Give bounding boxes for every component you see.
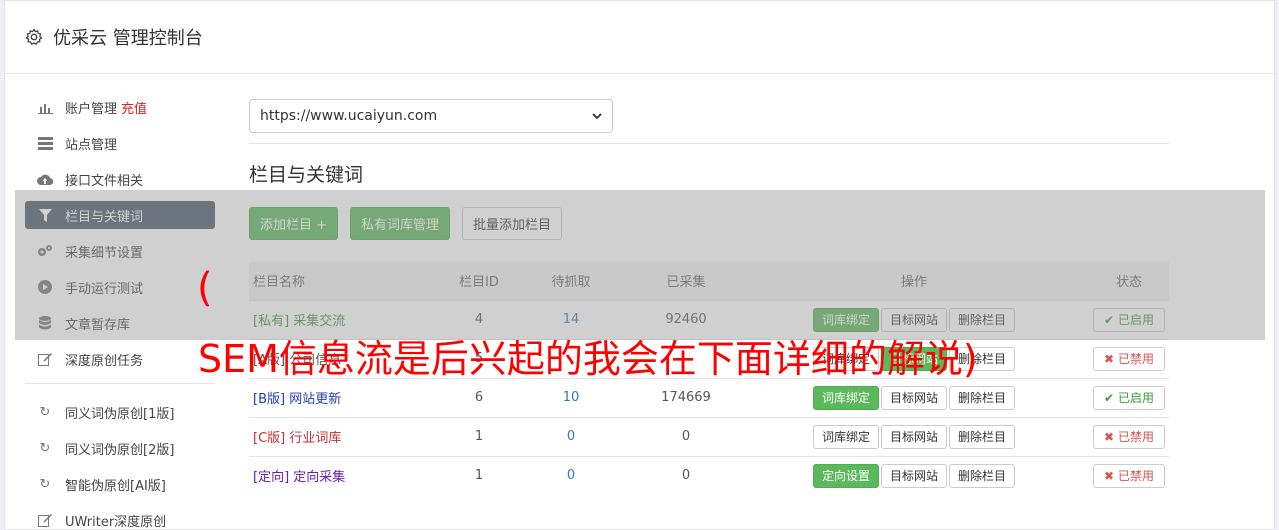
status-enabled-button[interactable]: ✔ 已启用 [1093, 385, 1165, 410]
bind-library-button[interactable]: 词库绑定 [812, 385, 879, 410]
section-title: 栏目与关键词 [249, 164, 364, 186]
sidebar-item-synonym-v1[interactable]: ↻ 同义词伪原创[1版] [25, 398, 215, 426]
bar-chart-icon [37, 99, 53, 115]
refresh-icon: ↻ [39, 476, 51, 492]
pending-cell[interactable]: 0 [509, 416, 633, 456]
page-header: 优采云 管理控制台 [5, 1, 1274, 74]
close-icon: ✖ [1104, 468, 1115, 483]
column-id-cell: 1 [449, 416, 509, 456]
sidebar-item-label: UWriter深度原创 [65, 514, 167, 530]
column-name-cell[interactable]: [B版] 网站更新 [249, 377, 449, 417]
actions-cell: 定向设置 目标网站 删除栏目 [739, 455, 1089, 495]
recharge-link[interactable]: 充值 [121, 98, 147, 117]
sidebar-item-interface-files[interactable]: 接口文件相关 [25, 165, 215, 193]
status-cell: ✖ 已禁用 [1089, 455, 1169, 495]
status-cell: ✖ 已禁用 [1089, 338, 1169, 378]
delete-column-button[interactable]: 删除栏目 [949, 424, 1016, 449]
close-icon: ✖ [1104, 351, 1115, 366]
actions-cell: 词库绑定 目标网站 删除栏目 [739, 377, 1089, 417]
actions-cell: 词库绑定 目标网站 删除栏目 [739, 416, 1089, 456]
bind-library-button[interactable]: 词库绑定 [812, 424, 879, 449]
column-id-cell: 1 [449, 455, 509, 495]
table-row: [C版] 行业词库 1 0 0 词库绑定 目标网站 删除栏目 ✖ 已禁用 [249, 416, 1169, 456]
pending-cell[interactable]: 0 [509, 455, 633, 495]
sidebar-item-label: 深度原创任务 [65, 353, 144, 369]
server-icon [37, 135, 53, 151]
site-select-value: https://www.ucaiyun.com [260, 108, 438, 124]
target-site-button[interactable]: 目标网站 [880, 424, 947, 449]
status-disabled-button[interactable]: ✖ 已禁用 [1093, 463, 1165, 488]
sidebar-item-uwriter[interactable]: UWriter深度原创 [25, 506, 215, 530]
status-disabled-button[interactable]: ✖ 已禁用 [1093, 424, 1165, 449]
overlay-paren: ( [197, 265, 213, 311]
column-name-cell[interactable]: [C版] 行业词库 [249, 416, 449, 456]
cloud-upload-icon [37, 171, 53, 187]
status-cell: ✖ 已禁用 [1089, 416, 1169, 456]
chevron-down-icon [592, 112, 602, 119]
collected-cell: 174669 [633, 377, 739, 417]
delete-column-button[interactable]: 删除栏目 [949, 385, 1016, 410]
sidebar-item-label: 站点管理 [65, 137, 118, 153]
sidebar-item-label: 同义词伪原创[2版] [65, 442, 175, 458]
sidebar-divider [25, 383, 215, 384]
status-cell: ✔ 已启用 [1089, 377, 1169, 417]
refresh-icon: ↻ [39, 404, 51, 420]
sidebar-item-sites[interactable]: 站点管理 [25, 129, 215, 157]
directed-settings-button[interactable]: 定向设置 [812, 463, 879, 488]
refresh-icon: ↻ [39, 440, 51, 456]
status-disabled-button[interactable]: ✖ 已禁用 [1093, 346, 1165, 371]
divider [249, 143, 1169, 144]
gear-icon [25, 28, 43, 45]
edit-icon [37, 512, 53, 528]
sidebar-item-deep-original[interactable]: 深度原创任务 [25, 345, 215, 373]
site-select[interactable]: https://www.ucaiyun.com [249, 99, 613, 133]
sidebar-item-label: 账户管理 [65, 101, 118, 117]
table-row: [B版] 网站更新 6 10 174669 词库绑定 目标网站 删除栏目 ✔ 已启用 [249, 377, 1169, 417]
sidebar-item-label: 接口文件相关 [65, 173, 144, 189]
collected-cell: 0 [633, 455, 739, 495]
table-row: [定向] 定向采集 1 0 0 定向设置 目标网站 删除栏目 ✖ 已禁用 [249, 455, 1169, 495]
pending-cell[interactable]: 10 [509, 377, 633, 417]
column-name-cell[interactable]: [定向] 定向采集 [249, 455, 449, 495]
edit-icon [37, 351, 53, 367]
target-site-button[interactable]: 目标网站 [880, 463, 947, 488]
close-icon: ✖ [1104, 429, 1115, 444]
collected-cell: 0 [633, 416, 739, 456]
sidebar-item-synonym-v2[interactable]: ↻ 同义词伪原创[2版] [25, 434, 215, 462]
sidebar-item-label: 同义词伪原创[1版] [65, 406, 175, 422]
column-id-cell: 6 [449, 377, 509, 417]
target-site-button[interactable]: 目标网站 [880, 385, 947, 410]
sidebar-item-account[interactable]: 账户管理 充值 [25, 93, 215, 121]
page-title: 优采云 管理控制台 [53, 28, 203, 49]
sidebar-item-ai-rewrite[interactable]: ↻ 智能伪原创[AI版] [25, 470, 215, 498]
delete-column-button[interactable]: 删除栏目 [949, 463, 1016, 488]
overlay-caption: SEM信息流是后兴起的我会在下面详细的解说) [198, 337, 978, 381]
check-icon: ✔ [1104, 390, 1115, 405]
sidebar-item-label: 智能伪原创[AI版] [65, 478, 166, 494]
